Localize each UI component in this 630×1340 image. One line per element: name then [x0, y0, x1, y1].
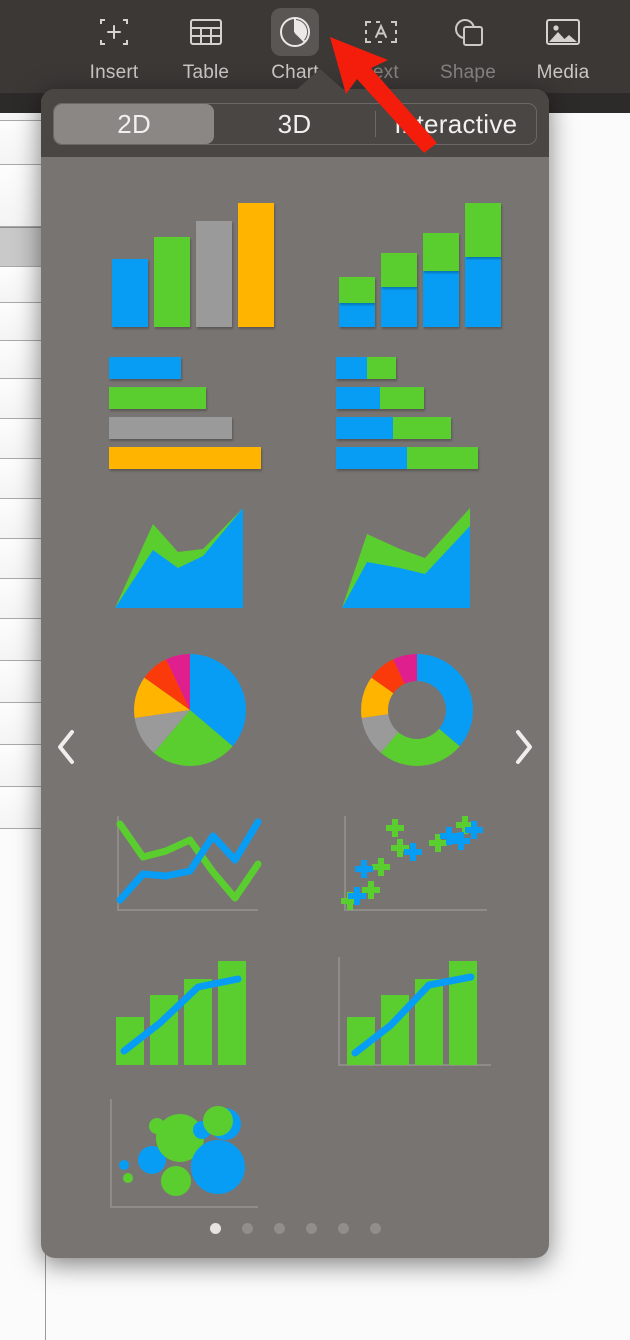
area-chart-thumbnail [115, 508, 243, 608]
chart-type-segmented-control: 2D 3D Interactive [53, 103, 537, 145]
sheet-row[interactable] [0, 539, 46, 579]
page-dot-1[interactable] [209, 1223, 221, 1234]
bar-segment [465, 257, 501, 327]
sheet-row[interactable] [0, 499, 46, 539]
chart-thumbnail-grid [41, 157, 549, 1258]
sheet-row[interactable] [0, 121, 46, 165]
chart-picker-popover: 2D 3D Interactive [41, 69, 549, 1258]
bar [112, 259, 148, 327]
bar-segment [423, 233, 459, 271]
bar-segment [339, 277, 375, 303]
shapes-icon [444, 8, 492, 56]
scatter-chart-thumbnail [341, 816, 487, 911]
toolbar-item-insert[interactable]: Insert [62, 8, 166, 88]
chart-thumb-pie-chart[interactable] [98, 645, 283, 775]
bar [109, 417, 232, 439]
bar-segment [407, 447, 478, 469]
bar-segment [336, 447, 407, 469]
chart-thumb-column-line-2axis-chart[interactable] [325, 947, 510, 1077]
sheet-row-selected[interactable] [0, 227, 46, 267]
tab-2d[interactable]: 2D [54, 104, 215, 144]
line-chart-thumbnail [116, 816, 262, 911]
pie-chart-icon [271, 8, 319, 56]
toolbar-item-label: Text [363, 62, 399, 83]
bar-segment [336, 387, 380, 409]
sheet-row[interactable] [0, 341, 46, 379]
chart-thumb-area-chart[interactable] [98, 492, 283, 622]
chart-thumb-column-line-chart[interactable] [98, 947, 283, 1077]
bar-segment [367, 357, 396, 379]
bar-segment [339, 303, 375, 327]
bar [154, 237, 190, 327]
sheet-row[interactable] [0, 267, 46, 303]
sheet-row[interactable] [0, 379, 46, 419]
popover-pointer [296, 69, 344, 90]
chart-thumb-stacked-bar-chart[interactable] [325, 345, 510, 475]
bar [196, 221, 232, 327]
chart-thumb-column-chart[interactable] [98, 199, 283, 329]
toolbar-item-shape[interactable]: Shape [416, 8, 520, 88]
bar-segment [423, 271, 459, 327]
donut-chart-thumbnail [361, 654, 473, 766]
page-dot-2[interactable] [241, 1223, 253, 1234]
bar [109, 447, 261, 469]
bar-segment [381, 253, 417, 287]
insert-media-placeholder-icon [90, 8, 138, 56]
sheet-row[interactable] [0, 165, 46, 227]
bar [238, 203, 274, 327]
bubble-chart-thumbnail [110, 1099, 258, 1208]
stacked-area-chart-thumbnail [342, 508, 470, 608]
sheet-row[interactable] [0, 459, 46, 499]
sheet-row[interactable] [0, 579, 46, 619]
pie-chart-thumbnail [134, 654, 246, 766]
chart-thumb-bubble-chart[interactable] [98, 1089, 283, 1219]
bar-segment [393, 417, 451, 439]
bar-segment [381, 287, 417, 327]
page-dot-3[interactable] [273, 1223, 285, 1234]
bar-segment [336, 357, 367, 379]
toolbar-item-label: Shape [440, 62, 496, 83]
toolbar-item-label: Insert [89, 62, 139, 83]
photo-icon [539, 8, 587, 56]
tab-interactive[interactable]: Interactive [376, 104, 536, 144]
popover-header: 2D 3D Interactive [41, 89, 549, 157]
bar-segment [336, 417, 393, 439]
combo-2axis-chart-thumbnail [338, 957, 491, 1066]
bar [109, 357, 181, 379]
chart-thumb-scatter-chart[interactable] [325, 802, 510, 932]
chart-thumb-bar-chart[interactable] [98, 345, 283, 475]
page-dot-6[interactable] [369, 1223, 381, 1234]
tab-3d[interactable]: 3D [214, 104, 374, 144]
sheet-row[interactable] [0, 787, 46, 829]
bar [109, 387, 206, 409]
bar-segment [465, 203, 501, 257]
table-icon [182, 8, 230, 56]
chart-thumb-stacked-area-chart[interactable] [325, 492, 510, 622]
toolbar-item-label: Media [536, 62, 590, 83]
sheet-row[interactable] [0, 703, 46, 745]
combo-chart-thumbnail [116, 961, 246, 1065]
page-dot-4[interactable] [305, 1223, 317, 1234]
sheet-row[interactable] [0, 303, 46, 341]
toolbar-item-media[interactable]: Media [511, 8, 615, 88]
page-dot-5[interactable] [337, 1223, 349, 1234]
sheet-row[interactable] [0, 619, 46, 661]
bar-segment [380, 387, 424, 409]
sheet-row[interactable] [0, 419, 46, 459]
sheet-row[interactable] [0, 661, 46, 703]
chart-thumb-donut-chart[interactable] [325, 645, 510, 775]
text-box-icon [357, 8, 405, 56]
chart-thumb-stacked-column-chart[interactable] [325, 199, 510, 329]
toolbar-item-label: Table [182, 62, 230, 83]
page-indicator-dots [41, 1223, 549, 1234]
sheet-row[interactable] [0, 745, 46, 787]
chart-thumb-line-chart[interactable] [98, 802, 283, 932]
